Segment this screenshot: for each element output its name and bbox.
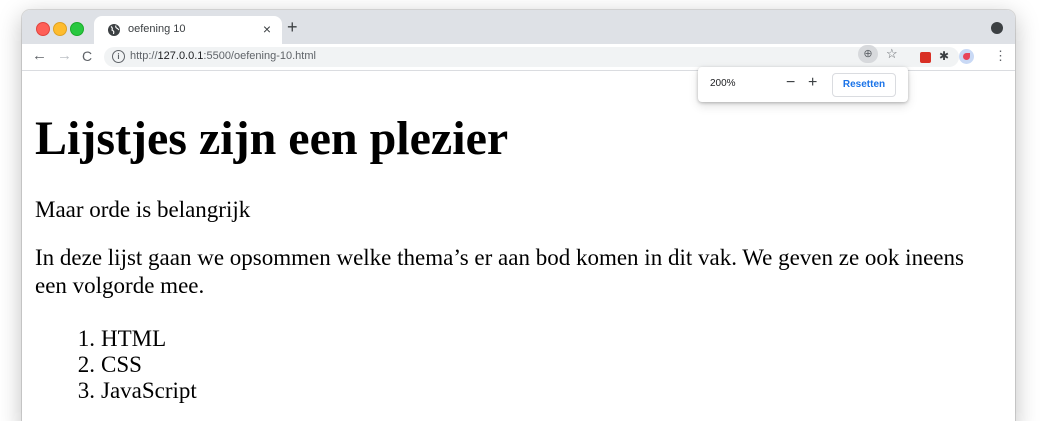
page-content: Lijstjes zijn een plezier Maar orde is b… — [22, 71, 1015, 421]
tab-title: oefening 10 — [128, 23, 186, 35]
maximize-window-button[interactable] — [70, 22, 84, 36]
bookmark-star-icon[interactable]: ☆ — [886, 47, 898, 61]
tab-oefening-10[interactable]: oefening 10 × — [94, 16, 282, 44]
new-tab-button[interactable]: + — [287, 18, 298, 36]
list-item: 1. HTML — [77, 326, 167, 351]
zoom-icon[interactable]: ⊕ — [858, 45, 878, 63]
back-button[interactable]: ← — [32, 48, 47, 64]
extension-icon[interactable] — [920, 52, 931, 63]
extensions-puzzle-icon[interactable]: ✱ — [939, 49, 949, 63]
tab-strip: oefening 10 × + — [22, 10, 1015, 44]
minimize-window-button[interactable] — [53, 22, 67, 36]
profile-avatar[interactable] — [959, 49, 974, 64]
close-window-button[interactable] — [36, 22, 50, 36]
page-intro: In deze lijst gaan we opsommen welke the… — [35, 245, 964, 298]
tab-search-icon[interactable] — [991, 22, 1003, 34]
list-item: 2. CSS — [77, 352, 142, 377]
list-item: 3. JavaScript — [77, 378, 197, 403]
site-info-icon[interactable]: i — [112, 50, 125, 63]
reload-button[interactable]: C — [82, 48, 92, 64]
ordered-list: 1. HTML 2. CSS 3. JavaScript — [65, 326, 197, 404]
page-subtitle: Maar orde is belangrijk — [35, 197, 251, 222]
zoom-out-button[interactable]: − — [786, 73, 795, 93]
zoom-popup: 200% − + Resetten — [698, 67, 908, 102]
globe-icon — [108, 24, 120, 36]
url-text[interactable]: http://127.0.0.1:5500/oefening-10.html — [130, 50, 316, 62]
browser-menu-icon[interactable]: ⋮ — [994, 48, 1007, 64]
zoom-in-button[interactable]: + — [808, 73, 817, 93]
zoom-level: 200% — [710, 78, 736, 89]
tab-close-icon[interactable]: × — [263, 21, 271, 37]
page-heading: Lijstjes zijn een plezier — [35, 112, 509, 165]
address-bar[interactable]: i http://127.0.0.1:5500/oefening-10.html — [104, 47, 959, 67]
forward-button[interactable]: → — [57, 48, 72, 64]
zoom-reset-button[interactable]: Resetten — [832, 73, 896, 97]
